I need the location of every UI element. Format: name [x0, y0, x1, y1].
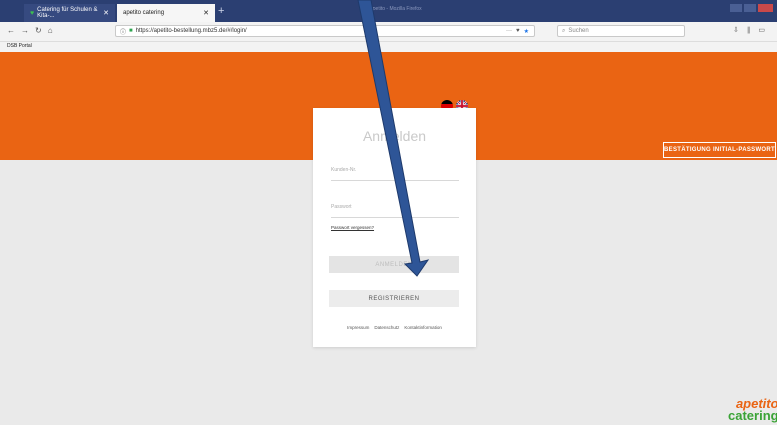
- home-icon[interactable]: ⌂: [48, 26, 53, 35]
- window-title: apetito - Mozilla Firefox: [370, 6, 422, 12]
- password-field[interactable]: Passwort: [331, 204, 459, 218]
- login-button[interactable]: ANMELDEN: [329, 256, 459, 273]
- login-title: Anmelden: [362, 128, 427, 144]
- register-button[interactable]: REGISTRIEREN: [329, 290, 459, 307]
- tab-apetito-catering[interactable]: apetito catering ✕: [117, 4, 215, 22]
- close-tab-icon[interactable]: ✕: [103, 9, 109, 17]
- url-actions: ··· ♥ ★: [506, 28, 529, 35]
- sidebar-icon[interactable]: ▭: [758, 26, 765, 34]
- search-input[interactable]: ⌕ Suchen: [557, 25, 685, 37]
- url-bar[interactable]: ⓘ ■ https://apetito-bestellung.mbz5.de/#…: [115, 25, 535, 37]
- toolbar-icons: ⇩ ∥ ▭: [733, 26, 765, 34]
- login-card: Anmelden Kunden-Nr. Passwort Passwort ve…: [313, 108, 476, 347]
- customer-number-field[interactable]: Kunden-Nr.: [331, 167, 459, 181]
- close-window-icon[interactable]: [758, 4, 773, 12]
- confirm-initial-password-button[interactable]: BESTÄTIGUNG INITIAL-PASSWORT: [663, 142, 776, 158]
- search-icon: ⌕: [562, 27, 566, 34]
- customer-number-placeholder: Kunden-Nr.: [331, 167, 357, 173]
- close-tab-icon[interactable]: ✕: [203, 9, 209, 17]
- logo-line-catering: catering: [728, 408, 777, 423]
- back-icon[interactable]: ←: [7, 26, 15, 35]
- minimize-icon[interactable]: [730, 4, 742, 12]
- search-placeholder: Suchen: [568, 28, 589, 34]
- impressum-link[interactable]: Impressum: [347, 325, 369, 330]
- pocket-icon[interactable]: ♥: [516, 28, 520, 35]
- nav-buttons: ← → ↻ ⌂: [7, 26, 53, 35]
- library-icon[interactable]: ∥: [747, 26, 751, 34]
- tab-label: Catering für Schulen & Kita-...: [37, 7, 98, 19]
- tab-label: apetito catering: [123, 10, 165, 16]
- reload-icon[interactable]: ↻: [35, 26, 42, 35]
- forgot-password-link[interactable]: Passwort vergessen?: [331, 225, 374, 230]
- more-icon[interactable]: ···: [506, 28, 512, 35]
- kontakt-link[interactable]: Kontaktinformation: [404, 325, 442, 330]
- browser-titlebar: ♥ Catering für Schulen & Kita-... ✕ apet…: [0, 0, 777, 22]
- card-footer-links: Impressum Datenschutz Kontaktinformation: [313, 325, 476, 330]
- browser-navbar: ← → ↻ ⌂ ⓘ ■ https://apetito-bestellung.m…: [0, 22, 777, 42]
- window-controls: [730, 4, 773, 12]
- bookmark-dsb-portal[interactable]: DSB Portal: [7, 43, 32, 49]
- new-tab-icon[interactable]: +: [218, 5, 224, 17]
- tab-catering-schulen[interactable]: ♥ Catering für Schulen & Kita-... ✕: [24, 4, 115, 22]
- bookmarks-bar: DSB Portal: [0, 42, 777, 52]
- url-text: https://apetito-bestellung.mbz5.de/#/log…: [135, 28, 247, 34]
- heart-icon: ♥: [30, 9, 35, 17]
- lock-icon: ■: [129, 28, 133, 34]
- maximize-icon[interactable]: [744, 4, 756, 12]
- bookmark-star-icon[interactable]: ★: [524, 28, 529, 35]
- password-placeholder: Passwort: [331, 204, 352, 210]
- apetito-logo: apetito catering: [728, 397, 777, 422]
- datenschutz-link[interactable]: Datenschutz: [374, 325, 399, 330]
- downloads-icon[interactable]: ⇩: [733, 26, 739, 34]
- info-icon[interactable]: ⓘ: [120, 27, 126, 36]
- forward-icon[interactable]: →: [21, 26, 29, 35]
